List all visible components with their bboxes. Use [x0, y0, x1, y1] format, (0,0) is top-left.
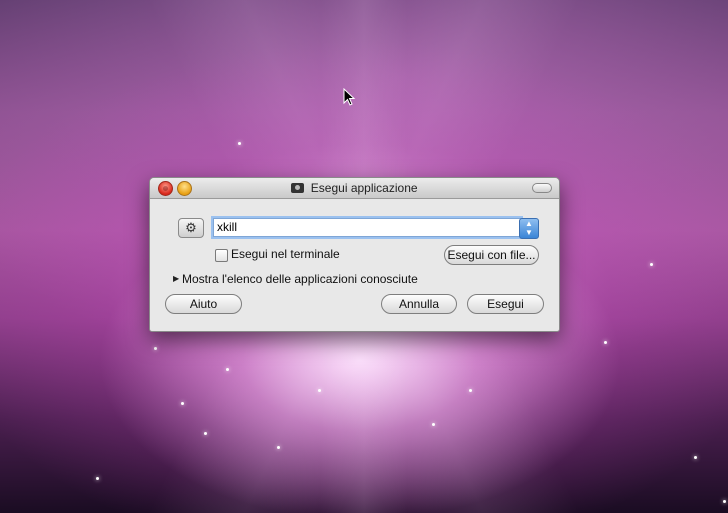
cancel-button[interactable]: Annulla	[381, 294, 457, 314]
help-button[interactable]: Aiuto	[165, 294, 242, 314]
command-dropdown-button[interactable]: ▲ ▼	[519, 218, 539, 239]
run-in-terminal-label[interactable]: Esegui nel terminale	[231, 247, 340, 261]
gear-icon: ⚙	[185, 220, 197, 235]
command-input[interactable]: xkill	[213, 218, 521, 237]
gear-button[interactable]: ⚙	[178, 218, 204, 238]
toolbar-toggle-button[interactable]	[532, 183, 552, 193]
window-title: Esegui applicazione	[310, 181, 418, 195]
run-application-dialog: Esegui applicazione ⚙ xkill ▲ ▼ Esegui ne…	[149, 177, 560, 332]
show-known-apps-toggle[interactable]: Mostra l'elenco delle applicazioni conos…	[182, 272, 418, 286]
title-bar[interactable]: Esegui applicazione	[150, 178, 559, 199]
window-title-container: Esegui applicazione	[150, 181, 559, 195]
disclosure-triangle-icon[interactable]: ▶	[173, 274, 179, 283]
run-in-terminal-checkbox[interactable]	[215, 249, 228, 262]
run-with-file-button[interactable]: Esegui con file...	[444, 245, 539, 265]
updown-arrows-icon: ▲ ▼	[525, 219, 533, 237]
application-icon	[291, 183, 305, 193]
mouse-cursor-icon	[343, 88, 356, 106]
run-button[interactable]: Esegui	[467, 294, 544, 314]
